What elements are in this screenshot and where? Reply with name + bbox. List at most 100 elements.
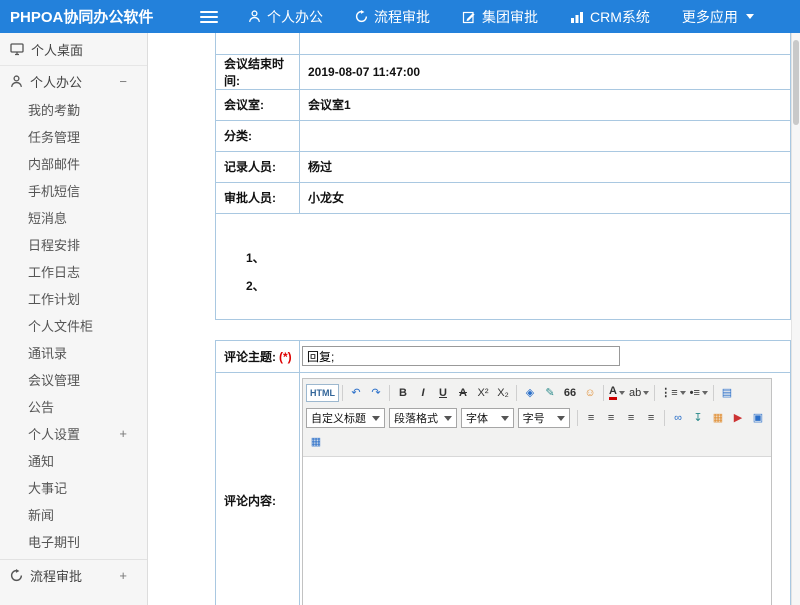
save-icon[interactable]: ▣ bbox=[748, 408, 768, 428]
align-right-icon[interactable]: ≡ bbox=[621, 408, 641, 428]
ordered-list-icon[interactable]: ⋮≡ bbox=[658, 383, 687, 403]
sidebar-item-meetings[interactable]: 会议管理 bbox=[0, 366, 147, 393]
table-row-content: 1、 2、 bbox=[216, 213, 791, 319]
chevron-down-icon bbox=[746, 14, 754, 19]
toolbar-separator bbox=[342, 385, 343, 401]
sidebar-item-notifications[interactable]: 通知 bbox=[0, 447, 147, 474]
sidebar-item-contacts[interactable]: 通讯录 bbox=[0, 339, 147, 366]
format-brush-icon[interactable]: ✎ bbox=[540, 383, 560, 403]
main-content: 会议结束时间: 2019-08-07 11:47:00 会议室: 会议室1 分类… bbox=[149, 33, 800, 605]
nav-label: 流程审批 bbox=[374, 7, 430, 27]
sidebar-item-sms[interactable]: 手机短信 bbox=[0, 177, 147, 204]
hamburger-icon[interactable] bbox=[200, 11, 218, 23]
font-color-glyph: A bbox=[609, 386, 617, 400]
align-center-icon[interactable]: ≡ bbox=[601, 408, 621, 428]
highlight-color-icon[interactable]: ab bbox=[627, 383, 651, 403]
app-logo[interactable]: PHPOA协同办公软件 bbox=[0, 6, 186, 27]
italic-icon[interactable]: I bbox=[413, 383, 433, 403]
top-nav: 个人办公 流程审批 集团审批 CRM系统 更多应用 bbox=[248, 7, 754, 27]
nav-personal-office[interactable]: 个人办公 bbox=[248, 7, 323, 27]
sidebar-item-label: 个人设置 bbox=[28, 424, 80, 443]
sidebar-item-memorabilia[interactable]: 大事记 bbox=[0, 474, 147, 501]
html-source-button[interactable]: HTML bbox=[306, 384, 339, 402]
table-row: 评论主题:(*) bbox=[216, 340, 791, 372]
comment-subject-value-cell bbox=[300, 340, 791, 372]
font-family-dropdown[interactable]: 字体 bbox=[461, 408, 514, 428]
align-left-icon[interactable]: ≡ bbox=[581, 408, 601, 428]
sidebar-item-label: 通讯录 bbox=[28, 343, 67, 362]
sidebar-item-label: 我的考勤 bbox=[28, 100, 80, 119]
strikethrough-icon[interactable]: A bbox=[453, 383, 473, 403]
sidebar-item-label: 短消息 bbox=[28, 208, 67, 227]
table-icon[interactable]: ▦ bbox=[306, 432, 326, 452]
sidebar-section-personal-office[interactable]: 个人办公 − bbox=[0, 66, 147, 96]
table-row: 会议结束时间: 2019-08-07 11:47:00 bbox=[216, 54, 791, 89]
sidebar-item-e-journal[interactable]: 电子期刊 bbox=[0, 528, 147, 555]
sidebar-item-label: 电子期刊 bbox=[28, 532, 80, 551]
sidebar-item-short-message[interactable]: 短消息 bbox=[0, 204, 147, 231]
subscript-icon[interactable]: X₂ bbox=[493, 383, 513, 403]
sidebar-item-label: 会议管理 bbox=[28, 370, 80, 389]
heading-style-dropdown[interactable]: 自定义标题 bbox=[306, 408, 385, 428]
nav-label: 个人办公 bbox=[267, 7, 323, 27]
underline-icon[interactable]: U bbox=[433, 383, 453, 403]
comment-subject-input[interactable] bbox=[302, 346, 620, 366]
bold-icon[interactable]: B bbox=[393, 383, 413, 403]
anchor-icon[interactable]: ↧ bbox=[688, 408, 708, 428]
vertical-scrollbar[interactable] bbox=[791, 33, 800, 605]
undo-icon[interactable]: ↶ bbox=[346, 383, 366, 403]
process-cycle-icon bbox=[10, 569, 23, 582]
flash-icon[interactable]: ▶ bbox=[728, 408, 748, 428]
sidebar-item-label: 通知 bbox=[28, 451, 54, 470]
sidebar-item-schedule[interactable]: 日程安排 bbox=[0, 231, 147, 258]
chevron-down-icon bbox=[680, 391, 686, 395]
dropdown-label: 段落格式 bbox=[394, 410, 438, 426]
redo-icon[interactable]: ↷ bbox=[366, 383, 386, 403]
collapse-icon[interactable]: − bbox=[119, 74, 147, 89]
toolbar-separator bbox=[654, 385, 655, 401]
sidebar-item-internal-mail[interactable]: 内部邮件 bbox=[0, 150, 147, 177]
sidebar-item-file-cabinet[interactable]: 个人文件柜 bbox=[0, 312, 147, 339]
unordered-list-icon[interactable]: •≡ bbox=[688, 383, 710, 403]
sidebar-item-desktop[interactable]: 个人桌面 bbox=[0, 33, 147, 66]
superscript-icon[interactable]: X² bbox=[473, 383, 493, 403]
sidebar-section-process-approval[interactable]: 流程审批 + bbox=[0, 560, 147, 590]
blockquote-icon[interactable]: 66 bbox=[560, 383, 580, 403]
form-value: 杨过 bbox=[300, 151, 791, 182]
unordered-list-glyph: •≡ bbox=[690, 388, 700, 399]
image-icon[interactable]: ▦ bbox=[708, 408, 728, 428]
toolbar-separator bbox=[603, 385, 604, 401]
scrollbar-thumb[interactable] bbox=[793, 40, 799, 125]
font-color-icon[interactable]: A bbox=[607, 383, 627, 403]
desktop-icon bbox=[10, 42, 24, 56]
font-size-dropdown[interactable]: 字号 bbox=[518, 408, 571, 428]
comment-content-value-cell: HTML ↶ ↷ B I U A X² X₂ bbox=[300, 372, 791, 605]
form-label: 分类: bbox=[216, 120, 300, 151]
toolbar-separator bbox=[713, 385, 714, 401]
table-row: 会议室: 会议室1 bbox=[216, 89, 791, 120]
nav-group-approval[interactable]: 集团审批 bbox=[462, 7, 538, 27]
link-icon[interactable]: ∞ bbox=[668, 408, 688, 428]
nav-more-apps[interactable]: 更多应用 bbox=[682, 7, 754, 27]
sidebar-item-personal-settings[interactable]: 个人设置 + bbox=[0, 420, 147, 447]
sidebar-item-announcements[interactable]: 公告 bbox=[0, 393, 147, 420]
remove-format-icon[interactable]: ◈ bbox=[520, 383, 540, 403]
meeting-content-cell: 1、 2、 bbox=[216, 213, 791, 319]
nav-crm-system[interactable]: CRM系统 bbox=[570, 7, 650, 27]
sidebar-item-work-plan[interactable]: 工作计划 bbox=[0, 285, 147, 312]
nav-label: 更多应用 bbox=[682, 7, 738, 27]
sidebar-item-news[interactable]: 新闻 bbox=[0, 501, 147, 528]
expand-icon[interactable]: + bbox=[119, 568, 147, 583]
page-break-icon[interactable]: ▤ bbox=[717, 383, 737, 403]
chevron-down-icon bbox=[702, 391, 708, 395]
expand-icon[interactable]: + bbox=[119, 426, 147, 441]
sidebar-item-attendance[interactable]: 我的考勤 bbox=[0, 96, 147, 123]
comment-content-editor-area[interactable] bbox=[303, 457, 771, 605]
sidebar-item-work-log[interactable]: 工作日志 bbox=[0, 258, 147, 285]
nav-process-approval[interactable]: 流程审批 bbox=[355, 7, 430, 27]
toolbar-separator bbox=[664, 410, 665, 426]
emoticon-icon[interactable]: ☺ bbox=[580, 383, 600, 403]
sidebar-item-tasks[interactable]: 任务管理 bbox=[0, 123, 147, 150]
paragraph-format-dropdown[interactable]: 段落格式 bbox=[389, 408, 457, 428]
align-justify-icon[interactable]: ≡ bbox=[641, 408, 661, 428]
